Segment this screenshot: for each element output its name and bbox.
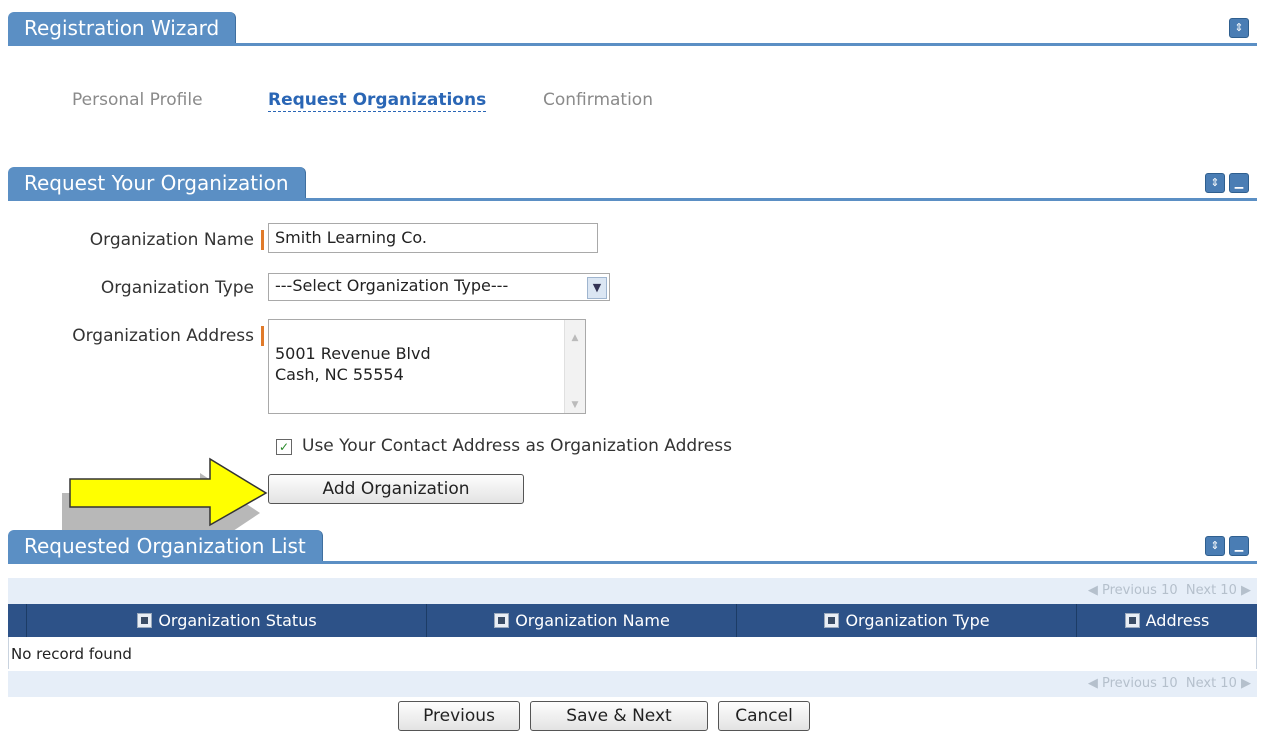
pager-next-link[interactable]: Next 10 bbox=[1186, 583, 1237, 598]
required-marker bbox=[261, 230, 264, 250]
column-menu-icon[interactable] bbox=[1124, 613, 1140, 628]
save-next-button[interactable]: Save & Next bbox=[530, 701, 708, 731]
chevron-right-icon[interactable]: ▶ bbox=[1241, 583, 1251, 598]
step-personal-profile[interactable]: Personal Profile bbox=[72, 90, 203, 110]
minimize-icon[interactable]: ▁ bbox=[1229, 536, 1249, 556]
pager-previous-link[interactable]: Previous 10 bbox=[1102, 676, 1178, 691]
org-address-textarea[interactable]: 5001 Revenue Blvd Cash, NC 55554 ▲ ▼ bbox=[268, 319, 586, 414]
org-address-label: Organization Address bbox=[72, 326, 254, 346]
textarea-scrollbar[interactable]: ▲ ▼ bbox=[564, 320, 585, 413]
org-name-input[interactable]: Smith Learning Co. bbox=[268, 223, 598, 253]
chevron-down-icon[interactable]: ▼ bbox=[587, 277, 607, 299]
chevron-left-icon[interactable]: ◀ bbox=[1088, 583, 1098, 598]
column-header-address[interactable]: Address bbox=[1076, 604, 1257, 637]
chevron-right-icon[interactable]: ▶ bbox=[1241, 676, 1251, 691]
column-menu-icon[interactable] bbox=[137, 613, 153, 628]
wizard-title: Registration Wizard bbox=[8, 12, 237, 44]
scroll-up-icon[interactable]: ▲ bbox=[569, 328, 581, 343]
required-marker bbox=[261, 326, 264, 346]
pager-next-link[interactable]: Next 10 bbox=[1186, 676, 1237, 691]
updown-icon[interactable]: ⇕ bbox=[1229, 18, 1249, 38]
add-organization-button[interactable]: Add Organization bbox=[268, 474, 524, 504]
column-header-name[interactable]: Organization Name bbox=[426, 604, 737, 637]
updown-icon[interactable]: ⇕ bbox=[1205, 173, 1225, 193]
pager-bottom: ◀ Previous 10 Next 10 ▶ bbox=[8, 671, 1257, 697]
step-confirmation[interactable]: Confirmation bbox=[543, 90, 653, 110]
scroll-down-icon[interactable]: ▼ bbox=[569, 395, 581, 410]
empty-message: No record found bbox=[11, 645, 132, 663]
org-type-label: Organization Type bbox=[100, 278, 254, 298]
org-table-body: No record found bbox=[8, 637, 1257, 669]
pager-top: ◀ Previous 10 Next 10 ▶ bbox=[8, 578, 1257, 604]
chevron-left-icon[interactable]: ◀ bbox=[1088, 676, 1098, 691]
org-address-value: 5001 Revenue Blvd Cash, NC 55554 bbox=[275, 344, 431, 384]
use-contact-address-label: Use Your Contact Address as Organization… bbox=[302, 436, 732, 456]
annotation-arrow bbox=[62, 457, 268, 535]
column-header-type[interactable]: Organization Type bbox=[736, 604, 1077, 637]
previous-button[interactable]: Previous bbox=[398, 701, 520, 731]
cancel-button[interactable]: Cancel bbox=[718, 701, 810, 731]
org-type-value: ---Select Organization Type--- bbox=[275, 276, 509, 295]
column-menu-icon[interactable] bbox=[824, 613, 840, 628]
column-menu-icon[interactable] bbox=[494, 613, 510, 628]
minimize-icon[interactable]: ▁ bbox=[1229, 173, 1249, 193]
list-panel-header: Requested Organization List ⇕ ▁ bbox=[8, 530, 1257, 564]
updown-icon[interactable]: ⇕ bbox=[1205, 536, 1225, 556]
list-panel-title: Requested Organization List bbox=[8, 530, 323, 562]
request-panel-header: Request Your Organization ⇕ ▁ bbox=[8, 167, 1257, 201]
use-contact-address-checkbox[interactable]: ✓ bbox=[276, 439, 292, 455]
column-header-status[interactable]: Organization Status bbox=[26, 604, 427, 637]
org-name-label: Organization Name bbox=[89, 230, 254, 250]
request-panel-title: Request Your Organization bbox=[8, 167, 306, 199]
wizard-header: Registration Wizard ⇕ bbox=[8, 12, 1257, 46]
org-table-header: Organization Status Organization Name Or… bbox=[8, 604, 1257, 637]
org-type-select[interactable]: ---Select Organization Type--- ▼ bbox=[268, 273, 610, 301]
step-request-organizations[interactable]: Request Organizations bbox=[268, 90, 487, 112]
pager-previous-link[interactable]: Previous 10 bbox=[1102, 583, 1178, 598]
